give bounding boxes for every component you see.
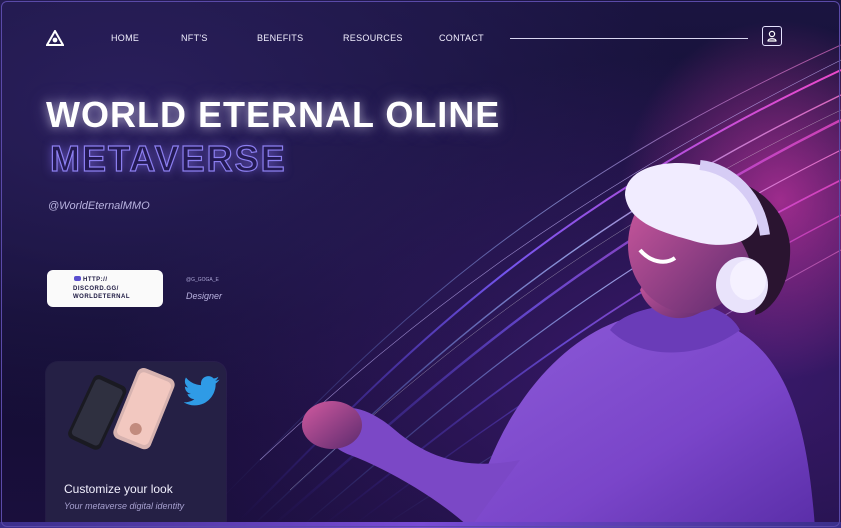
discord-line1: HTTP://: [83, 277, 108, 283]
nav-divider: [510, 38, 748, 39]
feature-card[interactable]: Customize your look Your metaverse digit…: [46, 362, 226, 528]
card-subtitle: Your metaverse digital identity: [64, 501, 185, 511]
discord-line3: WORLDETERNAL: [73, 294, 130, 300]
user-button[interactable]: [762, 26, 782, 46]
logo-icon[interactable]: [46, 30, 64, 46]
nav-contact[interactable]: CONTACT: [439, 33, 484, 43]
nav-benefits[interactable]: BENEFITS: [257, 33, 303, 43]
designer-handle: @G_GOGA_E: [186, 277, 219, 283]
discord-line2: DISCORD.GG/: [73, 285, 119, 292]
nav-home[interactable]: HOME: [111, 33, 139, 43]
discord-link-button[interactable]: HTTP:// DISCORD.GG/ WORLDETERNAL: [47, 270, 163, 307]
hero-title-line1: WORLD ETERNAL OLINE: [46, 94, 501, 135]
bottom-accent-bar: [0, 522, 841, 528]
hero-title-line2: METAVERSE: [49, 137, 287, 179]
card-title: Customize your look: [64, 482, 173, 496]
twitter-icon[interactable]: [184, 376, 220, 406]
designer-role: Designer: [186, 291, 223, 301]
vr-person: [302, 160, 815, 528]
hero-handle: @WorldEternalMMO: [48, 200, 150, 212]
user-icon: [767, 30, 777, 42]
discord-icon: [74, 276, 81, 281]
nav-nfts[interactable]: NFT'S: [181, 33, 208, 43]
hero-section: HOME NFT'S BENEFITS RESOURCES CONTACT WO…: [0, 0, 841, 528]
nav-resources[interactable]: RESOURCES: [343, 33, 403, 43]
